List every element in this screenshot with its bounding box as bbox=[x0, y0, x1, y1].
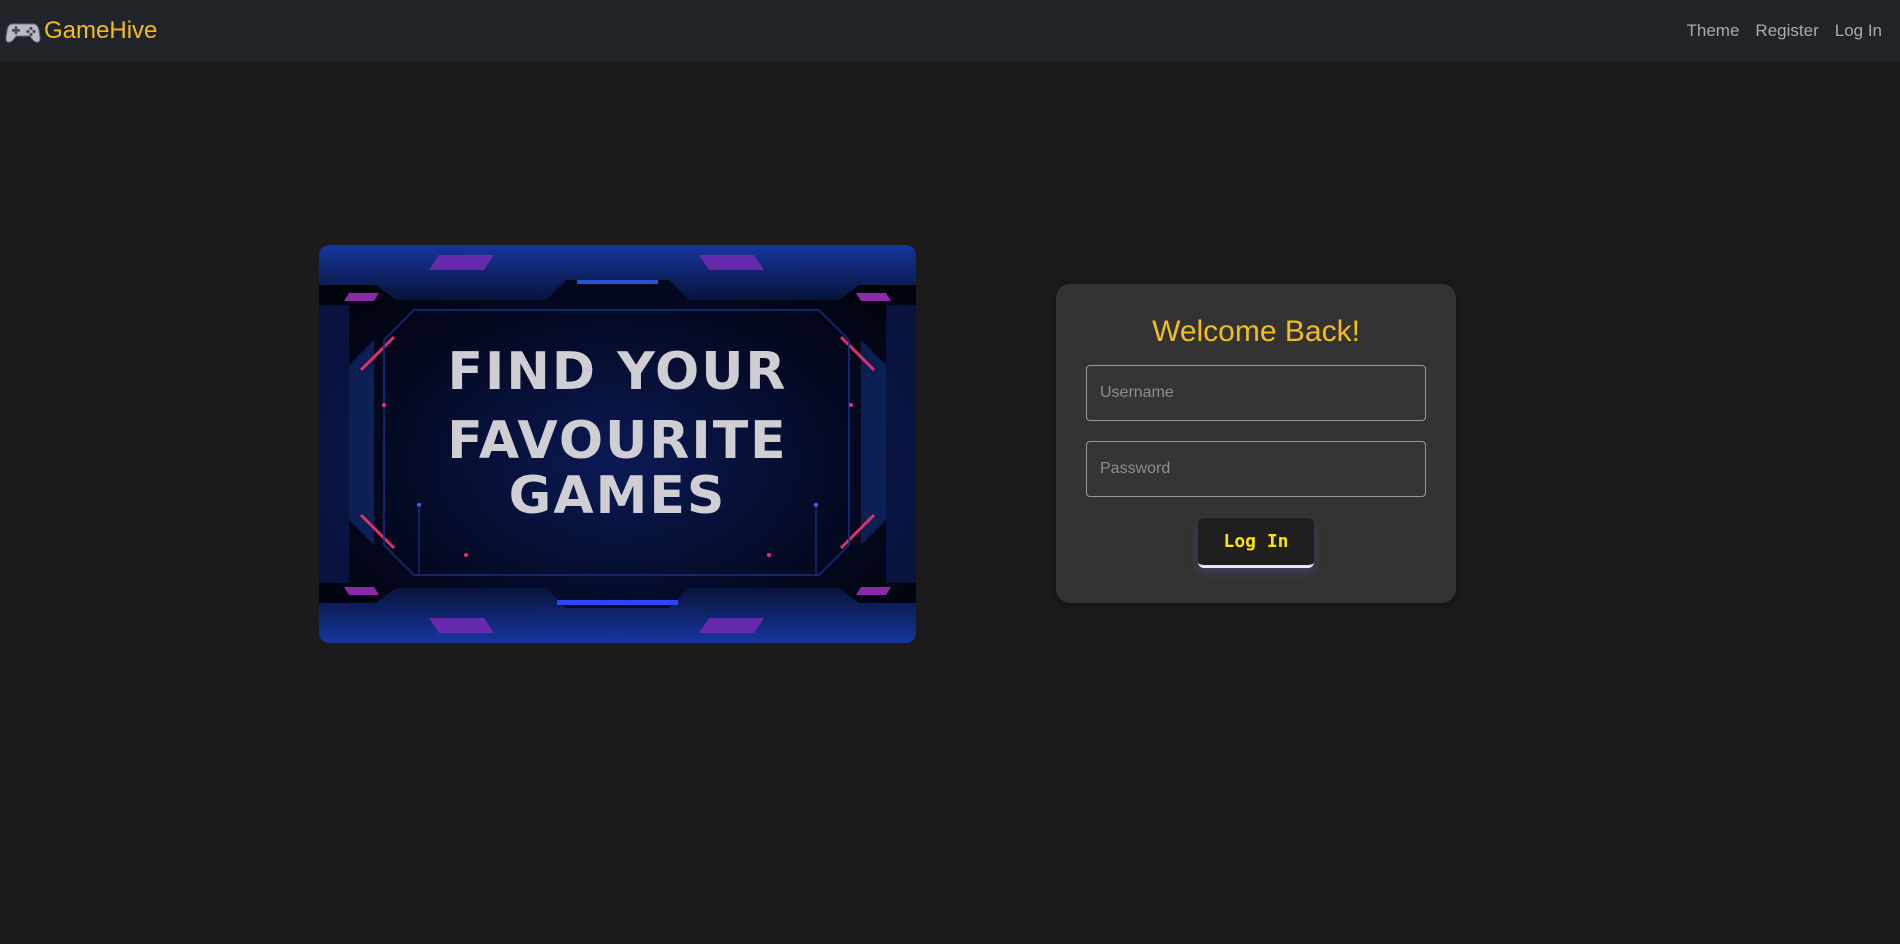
hero-headline: FIND YOUR FAVOURITE GAMES bbox=[319, 245, 916, 643]
brand-name: GameHive bbox=[44, 17, 158, 44]
nav-register-link[interactable]: Register bbox=[1755, 21, 1818, 41]
hero-line-1: FIND YOUR bbox=[447, 342, 788, 402]
nav-login-link[interactable]: Log In bbox=[1835, 21, 1882, 41]
login-card: Welcome Back! Log In bbox=[1056, 284, 1456, 603]
login-submit-button[interactable]: Log In bbox=[1198, 518, 1314, 568]
username-input[interactable] bbox=[1086, 365, 1426, 421]
hero-line-3: GAMES bbox=[508, 466, 727, 526]
hero-line-2: FAVOURITE bbox=[447, 411, 788, 471]
password-input[interactable] bbox=[1086, 441, 1426, 497]
login-title: Welcome Back! bbox=[1152, 315, 1360, 348]
brand-link[interactable]: GameHive bbox=[4, 16, 157, 46]
nav-theme-link[interactable]: Theme bbox=[1687, 21, 1740, 41]
hero-banner: FIND YOUR FAVOURITE GAMES bbox=[319, 245, 916, 643]
top-navbar: GameHive Theme Register Log In bbox=[0, 0, 1900, 62]
nav-links: Theme Register Log In bbox=[1671, 21, 1883, 41]
game-controller-icon bbox=[4, 16, 42, 46]
